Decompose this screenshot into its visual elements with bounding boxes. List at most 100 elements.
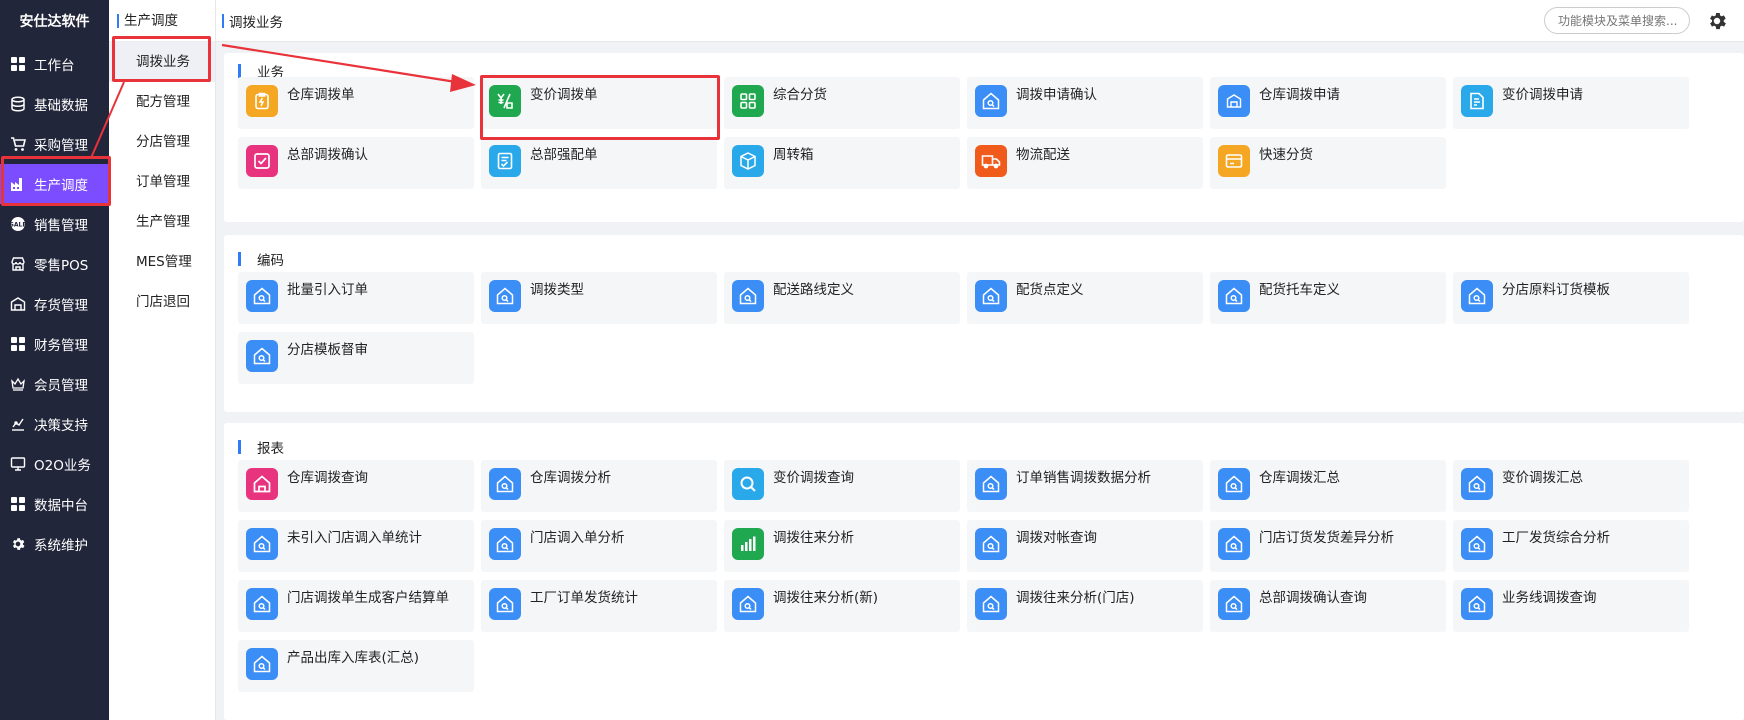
factory-icon bbox=[10, 176, 26, 192]
menu-card[interactable]: 仓库调拨汇总 bbox=[1210, 460, 1446, 512]
bar-chart-icon bbox=[732, 528, 764, 560]
nav-item-3[interactable]: 生产调度 bbox=[0, 164, 109, 204]
nav-item-9[interactable]: 决策支持 bbox=[0, 404, 109, 444]
menu-card[interactable]: 工厂订单发货统计 bbox=[481, 580, 717, 632]
house-search-icon bbox=[1461, 588, 1493, 620]
warehouse-icon bbox=[1218, 85, 1250, 117]
menu-card[interactable]: 门店调入单分析 bbox=[481, 520, 717, 572]
menu-card[interactable]: 变价调拨汇总 bbox=[1453, 460, 1689, 512]
menu-card[interactable]: 总部调拨确认查询 bbox=[1210, 580, 1446, 632]
menu-card[interactable]: 门店调拨单生成客户结算单 bbox=[238, 580, 474, 632]
store-icon bbox=[10, 256, 26, 272]
menu-card[interactable]: 周转箱 bbox=[724, 137, 960, 189]
nav-item-12[interactable]: 系统维护 bbox=[0, 524, 109, 564]
menu-search-input[interactable] bbox=[1544, 7, 1690, 34]
submenu-item-4[interactable]: 生产管理 bbox=[109, 202, 215, 242]
menu-card[interactable]: 快速分货 bbox=[1210, 137, 1446, 189]
submenu-item-1[interactable]: 配方管理 bbox=[109, 82, 215, 122]
nav-item-0[interactable]: 工作台 bbox=[0, 44, 109, 84]
menu-card[interactable]: 分店原料订货模板 bbox=[1453, 272, 1689, 324]
nav-item-label: 采购管理 bbox=[34, 138, 88, 154]
house-search-icon bbox=[489, 588, 521, 620]
truck-icon bbox=[975, 145, 1007, 177]
menu-card-label: 仓库调拨分析 bbox=[530, 470, 611, 486]
menu-card[interactable]: 变价调拨查询 bbox=[724, 460, 960, 512]
menu-card[interactable]: 综合分货 bbox=[724, 77, 960, 129]
menu-card-label: 仓库调拨申请 bbox=[1259, 87, 1340, 103]
nav-item-label: 存货管理 bbox=[34, 298, 88, 314]
menu-card-label: 调拨往来分析(门店) bbox=[1016, 590, 1135, 606]
menu-card-label: 变价调拨申请 bbox=[1502, 87, 1583, 103]
nav-item-1[interactable]: 基础数据 bbox=[0, 84, 109, 124]
menu-card[interactable]: 仓库调拨查询 bbox=[238, 460, 474, 512]
submenu-item-5[interactable]: MES管理 bbox=[109, 242, 215, 282]
menu-card[interactable]: 订单销售调拨数据分析 bbox=[967, 460, 1203, 512]
menu-card[interactable]: 调拨往来分析(门店) bbox=[967, 580, 1203, 632]
menu-card[interactable]: 变价调拨单 bbox=[481, 77, 717, 129]
nav-item-2[interactable]: 采购管理 bbox=[0, 124, 109, 164]
menu-card-label: 业务线调拨查询 bbox=[1502, 590, 1597, 606]
cart-icon bbox=[10, 136, 26, 152]
submenu-item-2[interactable]: 分店管理 bbox=[109, 122, 215, 162]
menu-card-label: 变价调拨汇总 bbox=[1502, 470, 1583, 486]
menu-card[interactable]: 产品出库入库表(汇总) bbox=[238, 640, 474, 692]
menu-card[interactable]: 配货托车定义 bbox=[1210, 272, 1446, 324]
submenu-panel: 生产调度 调拨业务 配方管理 分店管理 订单管理 生产管理 MES管理 门店退回 bbox=[109, 0, 216, 720]
menu-card[interactable]: 总部调拨确认 bbox=[238, 137, 474, 189]
menu-card[interactable]: 仓库调拨分析 bbox=[481, 460, 717, 512]
menu-card-label: 工厂发货综合分析 bbox=[1502, 530, 1610, 546]
menu-card[interactable]: 批量引入订单 bbox=[238, 272, 474, 324]
menu-card[interactable]: 分店模板督审 bbox=[238, 332, 474, 384]
grid-icon bbox=[10, 496, 26, 512]
settings-gear-icon[interactable] bbox=[1706, 10, 1728, 32]
menu-card[interactable]: 调拨往来分析(新) bbox=[724, 580, 960, 632]
menu-card-label: 仓库调拨汇总 bbox=[1259, 470, 1340, 486]
top-bar: 调拨业务 bbox=[216, 0, 1744, 42]
menu-card[interactable]: 仓库调拨单 bbox=[238, 77, 474, 129]
menu-card[interactable]: 未引入门店调入单统计 bbox=[238, 520, 474, 572]
nav-item-4[interactable]: SALE 销售管理 bbox=[0, 204, 109, 244]
nav-item-8[interactable]: 会员管理 bbox=[0, 364, 109, 404]
grid-icon bbox=[10, 56, 26, 72]
section-title-text: 报表 bbox=[257, 441, 284, 457]
menu-card-label: 分店原料订货模板 bbox=[1502, 282, 1610, 298]
menu-card[interactable]: 配送路线定义 bbox=[724, 272, 960, 324]
menu-card[interactable]: 调拨对帐查询 bbox=[967, 520, 1203, 572]
menu-card-label: 调拨申请确认 bbox=[1016, 87, 1097, 103]
menu-card-label: 门店调入单分析 bbox=[530, 530, 625, 546]
menu-card[interactable]: 总部强配单 bbox=[481, 137, 717, 189]
nav-item-label: O2O业务 bbox=[34, 458, 91, 474]
house-search-icon bbox=[975, 280, 1007, 312]
submenu-item-0[interactable]: 调拨业务 bbox=[109, 42, 215, 82]
submenu-title: 生产调度 bbox=[109, 0, 215, 42]
menu-card[interactable]: 物流配送 bbox=[967, 137, 1203, 189]
submenu-item-6[interactable]: 门店退回 bbox=[109, 282, 215, 322]
menu-card[interactable]: 变价调拨申请 bbox=[1453, 77, 1689, 129]
menu-card[interactable]: 调拨类型 bbox=[481, 272, 717, 324]
nav-item-5[interactable]: 零售POS bbox=[0, 244, 109, 284]
main-sidebar: 安仕达软件 工作台 基础数据 采购管理 生产调度 SALE 销售管理 零售POS 存货管理 财务… bbox=[0, 0, 109, 720]
apps-icon bbox=[732, 85, 764, 117]
house-search-icon bbox=[246, 528, 278, 560]
menu-card[interactable]: 工厂发货综合分析 bbox=[1453, 520, 1689, 572]
sale-badge-icon: SALE bbox=[10, 216, 26, 232]
menu-card[interactable]: 配货点定义 bbox=[967, 272, 1203, 324]
section-title: 编码 bbox=[238, 249, 284, 269]
menu-card[interactable]: 调拨往来分析 bbox=[724, 520, 960, 572]
house-search-icon bbox=[246, 340, 278, 372]
warehouse-icon bbox=[10, 296, 26, 312]
nav-item-7[interactable]: 财务管理 bbox=[0, 324, 109, 364]
breadcrumb-marker bbox=[222, 13, 224, 28]
database-icon bbox=[10, 96, 26, 112]
nav-item-label: 财务管理 bbox=[34, 338, 88, 354]
menu-card-label: 总部调拨确认查询 bbox=[1259, 590, 1367, 606]
menu-card[interactable]: 门店订货发货差异分析 bbox=[1210, 520, 1446, 572]
house-search-icon bbox=[1218, 528, 1250, 560]
menu-card[interactable]: 仓库调拨申请 bbox=[1210, 77, 1446, 129]
nav-item-10[interactable]: O2O业务 bbox=[0, 444, 109, 484]
menu-card[interactable]: 业务线调拨查询 bbox=[1453, 580, 1689, 632]
submenu-item-3[interactable]: 订单管理 bbox=[109, 162, 215, 202]
menu-card[interactable]: 调拨申请确认 bbox=[967, 77, 1203, 129]
nav-item-6[interactable]: 存货管理 bbox=[0, 284, 109, 324]
nav-item-11[interactable]: 数据中台 bbox=[0, 484, 109, 524]
